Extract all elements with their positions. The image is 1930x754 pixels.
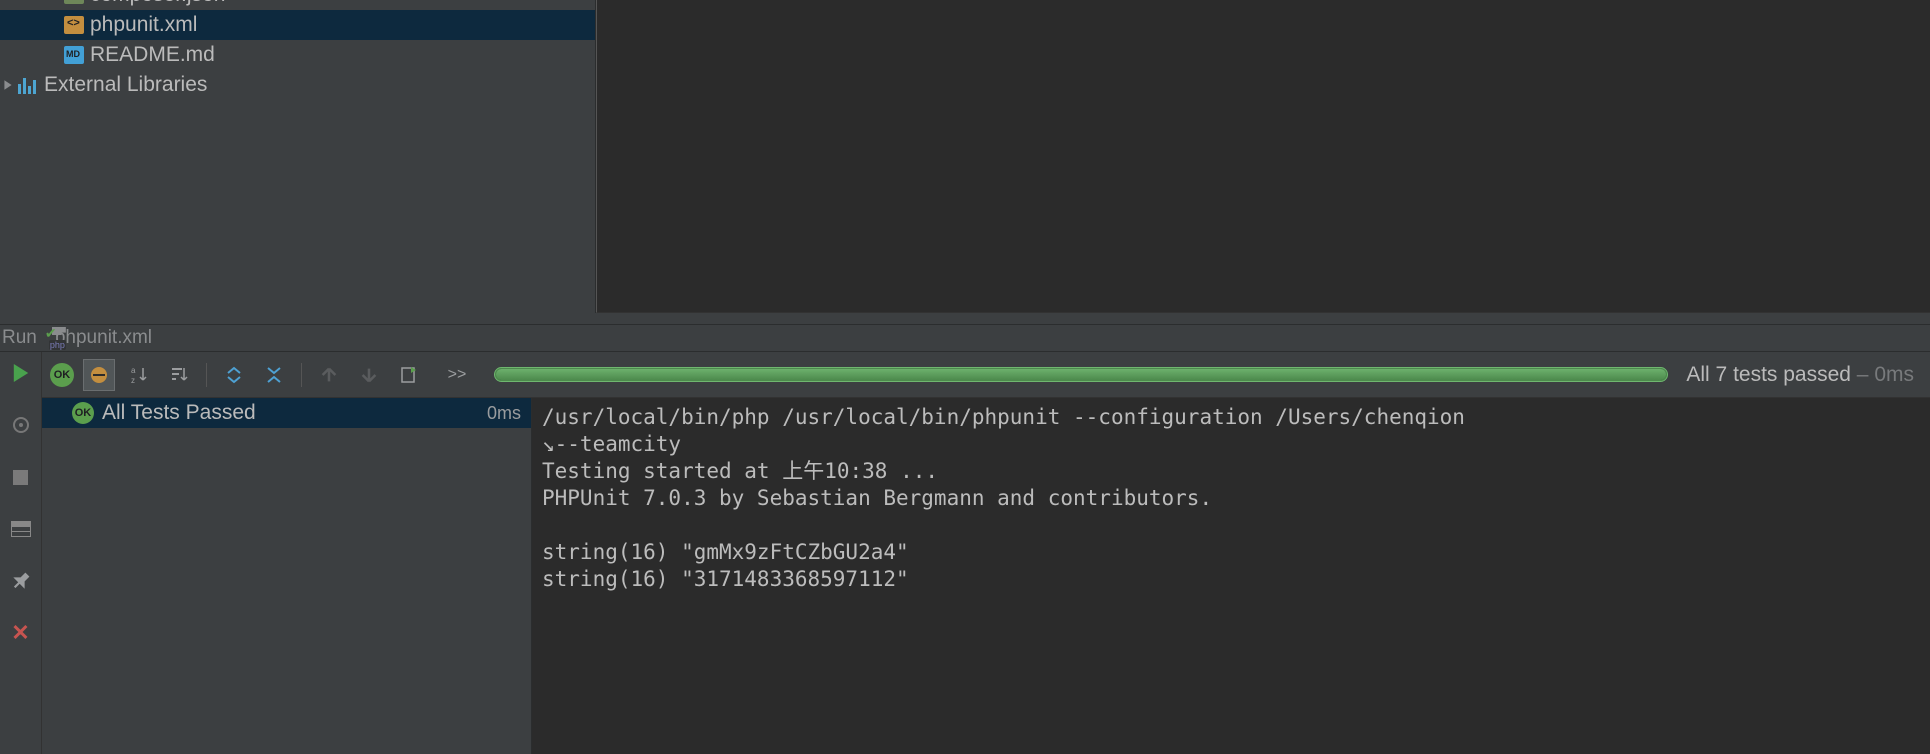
rerun-button[interactable] [6,358,36,388]
test-tree[interactable]: OK All Tests Passed 0ms [42,398,532,754]
show-ignored-toggle[interactable] [84,360,114,390]
test-root-node[interactable]: OK All Tests Passed 0ms [42,398,531,428]
more-actions-button[interactable]: >> [434,360,464,390]
export-results-button[interactable] [394,360,424,390]
tree-item-label: composer.json [86,0,225,7]
markdown-file-icon [62,46,86,64]
run-config-name: phpunit.xml [55,327,152,349]
separator-icon [206,363,207,387]
run-tool-window-tab[interactable]: Run ✔ phpunit.xml [0,324,1930,352]
svg-text:a: a [131,366,136,375]
separator-icon [301,363,302,387]
test-toolbar: OK az [42,352,1930,398]
layout-button[interactable] [6,514,36,544]
show-passed-toggle[interactable]: OK [50,363,74,387]
svg-text:z: z [131,376,135,385]
run-gutter: ✕ [0,352,42,754]
test-node-duration: 0ms [487,403,531,424]
previous-failed-test-button[interactable] [314,360,344,390]
toggle-auto-test-button[interactable] [6,410,36,440]
tree-item-readme[interactable]: README.md [0,40,595,70]
test-node-label: All Tests Passed [102,401,256,425]
tree-item-label: External Libraries [40,73,207,97]
tree-item-label: phpunit.xml [86,13,197,37]
pin-button[interactable] [0,560,42,602]
project-tree[interactable]: composer.json phpunit.xml README.md Exte… [0,0,596,313]
tree-item-label: README.md [86,43,215,67]
ok-badge-icon: OK [72,402,94,424]
json-file-icon [62,0,86,4]
editor-area [596,0,1930,313]
close-button[interactable]: ✕ [6,618,36,648]
next-failed-test-button[interactable] [354,360,384,390]
tree-item-composer[interactable]: composer.json [0,0,595,10]
xml-file-icon [62,16,86,34]
run-config-icon: ✔ [41,327,55,349]
expand-all-button[interactable] [219,360,249,390]
console-output[interactable]: /usr/local/bin/php /usr/local/bin/phpuni… [532,398,1930,754]
tree-item-phpunit[interactable]: phpunit.xml [0,10,595,40]
sort-by-duration-button[interactable] [164,360,194,390]
chevron-right-icon [2,79,16,91]
stop-button[interactable] [6,462,36,492]
sort-alphabetically-button[interactable]: az [124,360,154,390]
collapse-all-button[interactable] [259,360,289,390]
test-summary-text: All 7 tests passed – 0ms [1686,363,1922,387]
library-icon [16,76,40,94]
run-label: Run [0,327,41,349]
test-progress-bar [494,367,1668,382]
tree-item-external-libraries[interactable]: External Libraries [0,70,595,100]
